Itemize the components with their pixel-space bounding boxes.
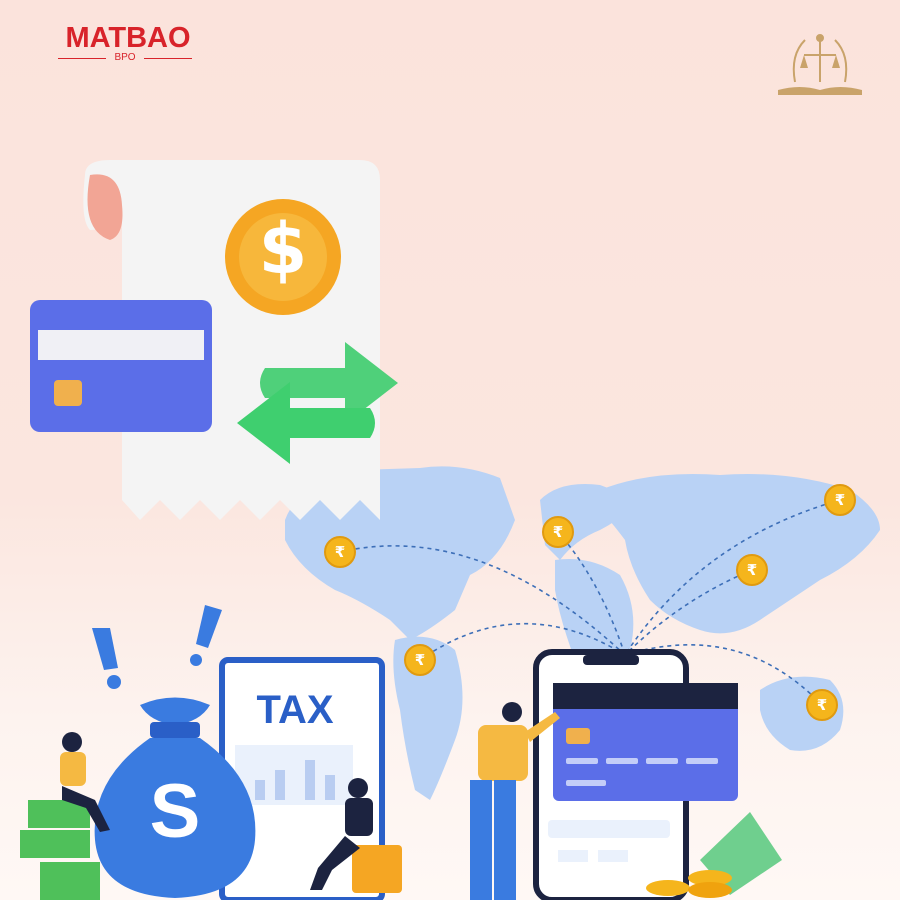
- brand-logo: MATBAO: [65, 22, 191, 54]
- scales-emblem-icon: [778, 34, 862, 95]
- cash-stack-icon: [20, 800, 100, 900]
- brand-logo-subtext: BPO: [58, 52, 192, 63]
- dollar-symbol: $: [258, 208, 308, 290]
- illustration-canvas: [20, 34, 880, 900]
- exclamation-icons: [92, 605, 222, 689]
- credit-card-icon: [553, 683, 738, 801]
- rupee-coin-symbol: ₹: [414, 651, 426, 669]
- rupee-coin-symbol: ₹: [834, 491, 846, 509]
- credit-card-icon: [30, 300, 212, 432]
- rupee-coin-symbol: ₹: [334, 543, 346, 561]
- rupee-coin-symbol: ₹: [816, 696, 828, 714]
- money-bag-symbol: S: [149, 769, 201, 854]
- rupee-coin-symbol: ₹: [552, 523, 564, 541]
- rupee-coin-symbol: ₹: [746, 561, 758, 579]
- tax-label: TAX: [256, 688, 334, 732]
